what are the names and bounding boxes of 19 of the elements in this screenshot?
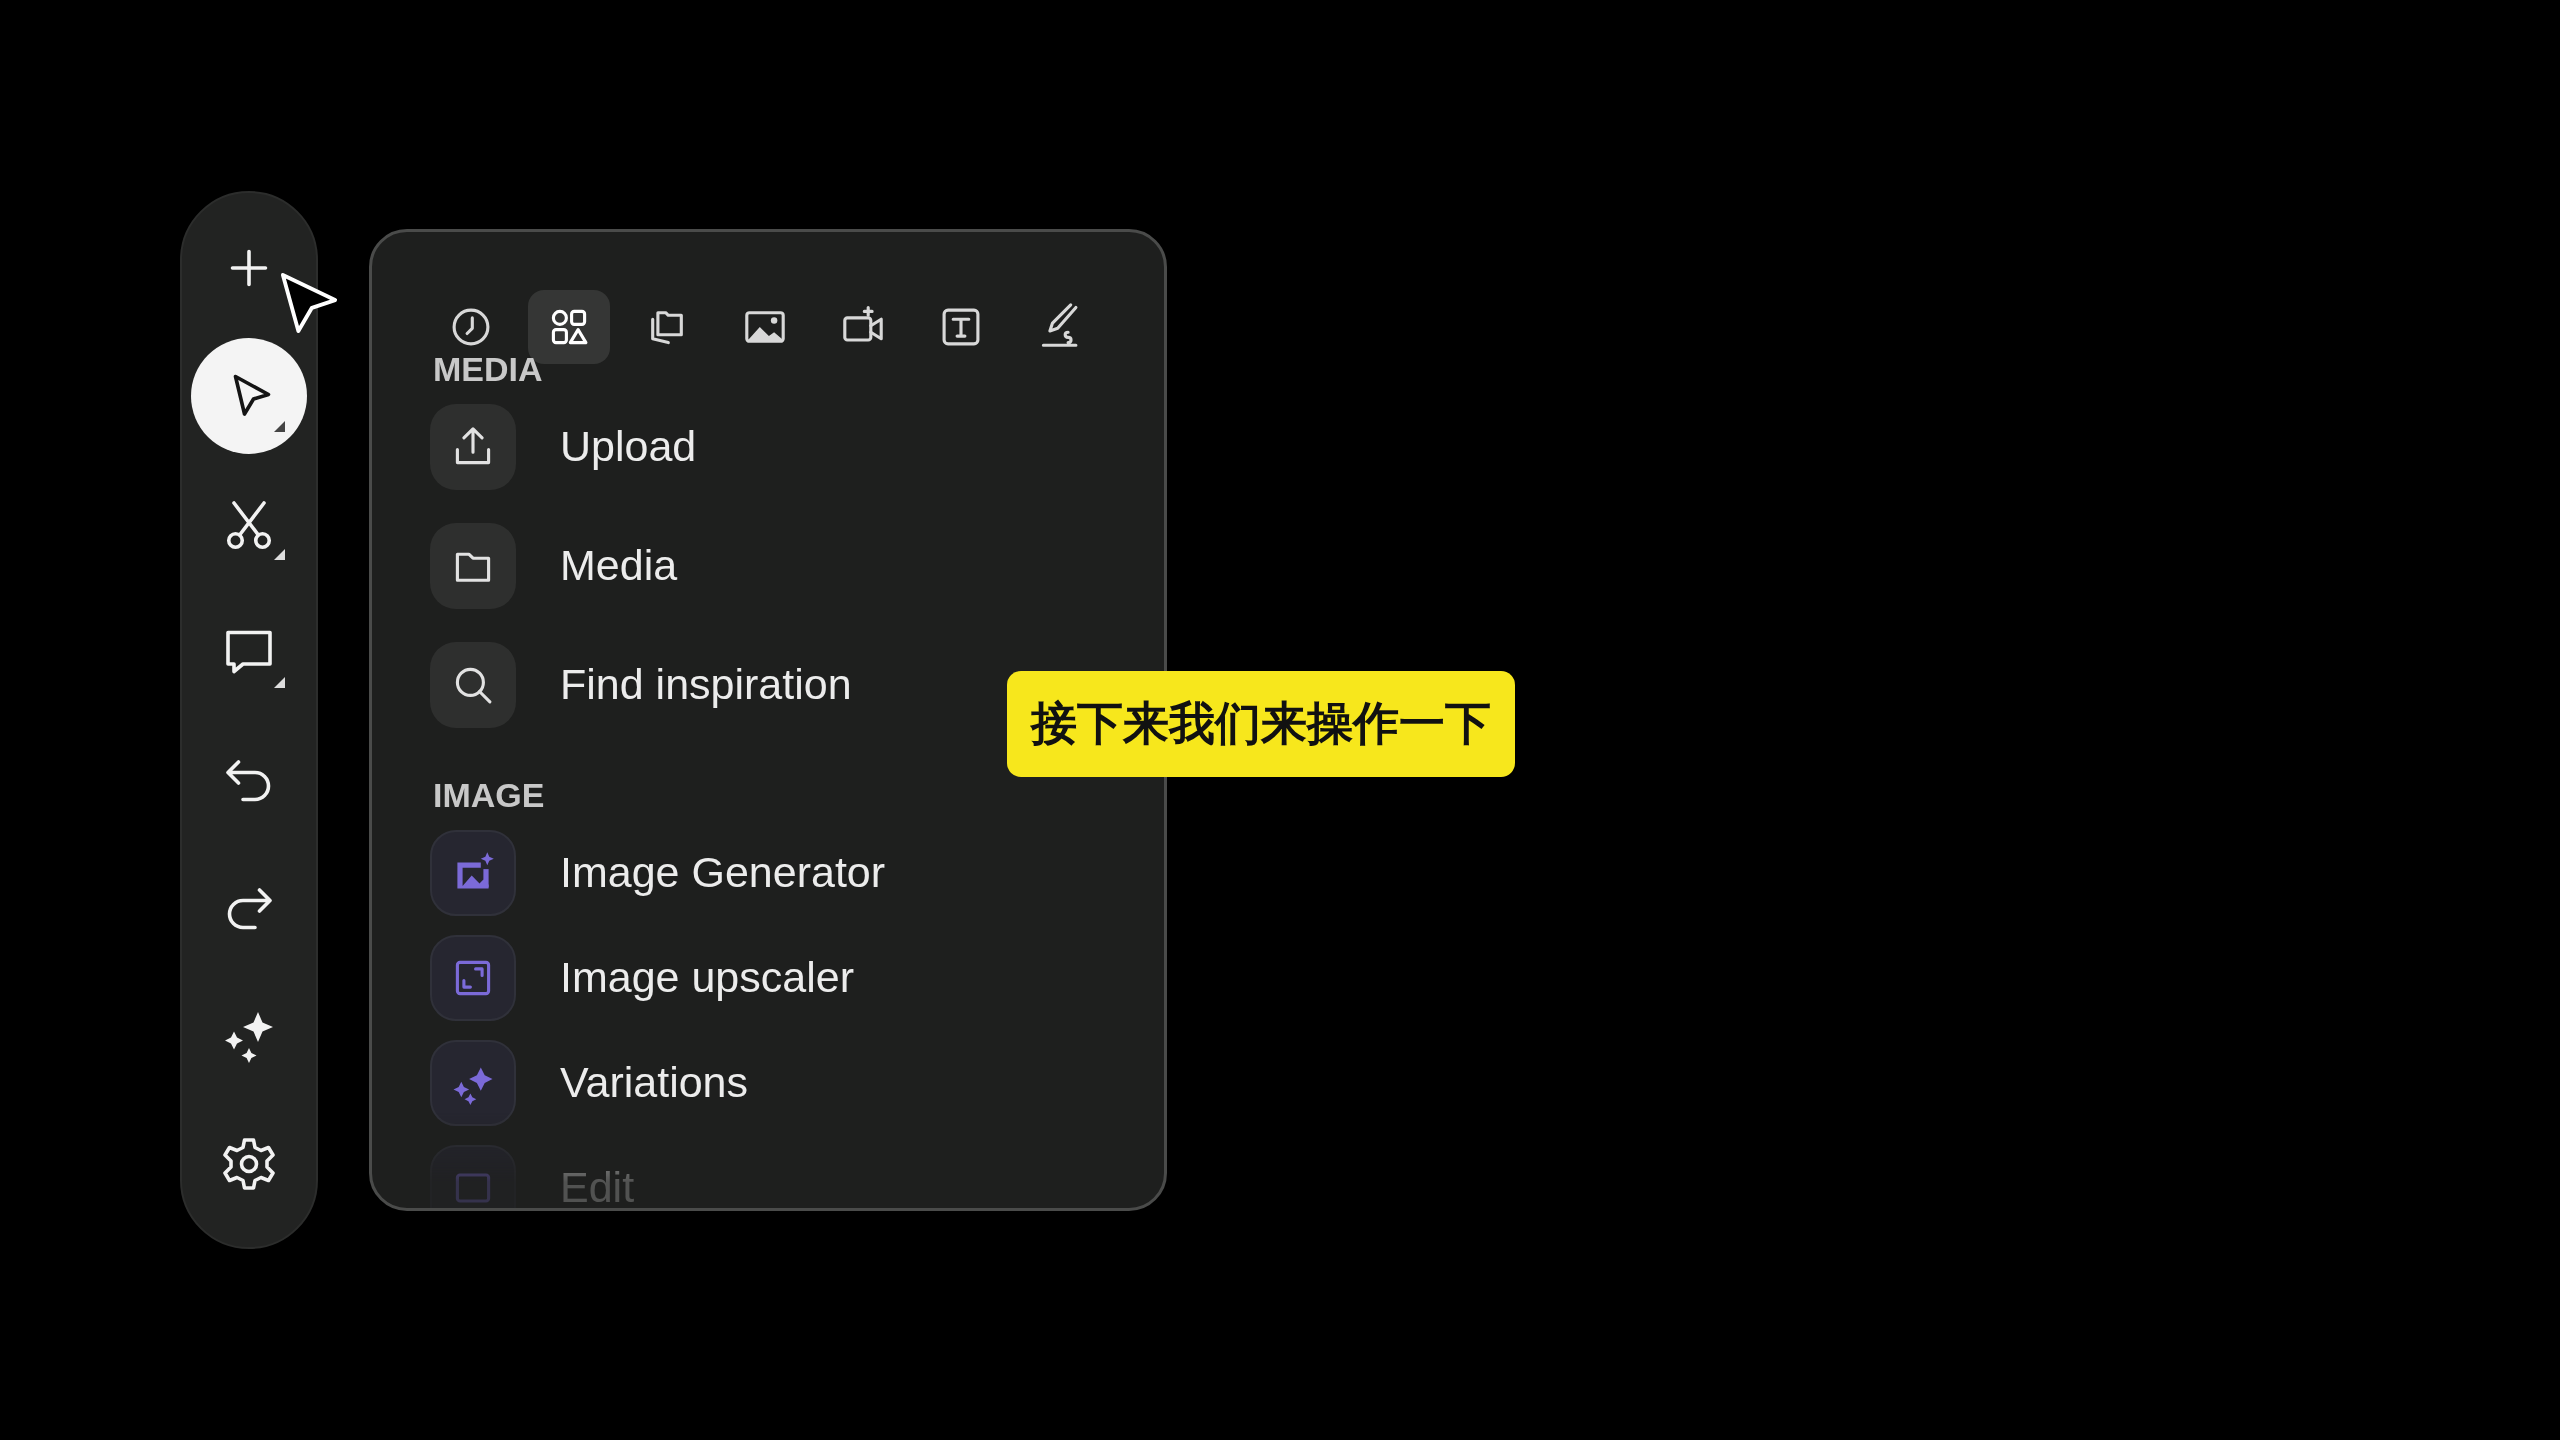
- mouse-cursor-icon: [280, 272, 338, 334]
- menu-item-label[interactable]: Find inspiration: [560, 661, 852, 709]
- sparkles-icon-tile[interactable]: [430, 1040, 516, 1126]
- search-icon-tile[interactable]: [430, 642, 516, 728]
- menu-item-label[interactable]: Upload: [560, 423, 697, 471]
- subtitle-caption: 接下来我们来操作一下: [1007, 671, 1515, 777]
- submenu-corner-icon: [274, 421, 285, 432]
- expand-icon-tile[interactable]: [430, 935, 516, 1021]
- menu-item-label[interactable]: Image Generator: [560, 849, 886, 897]
- submenu-corner-icon: [274, 677, 285, 688]
- upload-icon-tile[interactable]: [430, 404, 516, 490]
- section-heading: IMAGE: [433, 778, 546, 812]
- submenu-corner-icon: [274, 549, 285, 560]
- menu-item-label[interactable]: Variations: [560, 1059, 749, 1107]
- menu-item-label[interactable]: Image upscaler: [560, 954, 854, 1002]
- folder-icon-tile[interactable]: [430, 523, 516, 609]
- menu-item-label[interactable]: Media: [560, 542, 678, 590]
- image-sparkle-icon-tile[interactable]: [430, 830, 516, 916]
- section-heading: MEDIA: [433, 352, 544, 386]
